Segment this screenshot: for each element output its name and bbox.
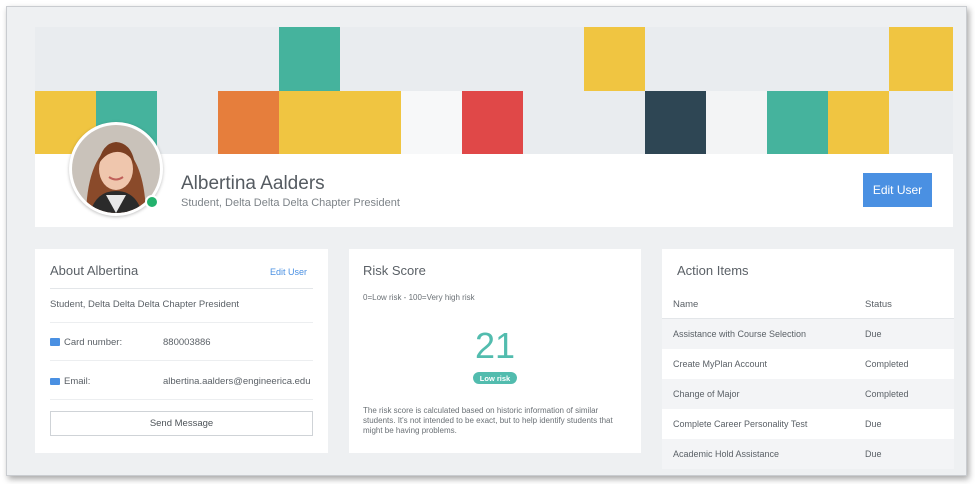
table-row[interactable]: Create MyPlan Account Completed	[662, 349, 954, 379]
risk-scale: 0=Low risk - 100=Very high risk	[363, 293, 475, 302]
send-message-button[interactable]: Send Message	[50, 411, 313, 436]
divider	[50, 399, 313, 400]
id-card-icon	[50, 338, 60, 346]
table-header: Name Status	[662, 291, 954, 319]
envelope-icon	[50, 378, 60, 385]
app-window: Albertina Aalders Student, Delta Delta D…	[6, 6, 967, 476]
profile-banner	[35, 27, 953, 154]
risk-description: The risk score is calculated based on hi…	[363, 406, 613, 435]
action-item-status: Due	[865, 449, 882, 459]
banner-tile	[279, 91, 401, 154]
risk-title: Risk Score	[363, 263, 426, 278]
about-panel: About Albertina Edit User Student, Delta…	[35, 249, 328, 453]
banner-tile	[462, 91, 523, 154]
divider	[50, 288, 313, 289]
risk-level-badge: Low risk	[473, 372, 517, 384]
action-items-table: Name Status Assistance with Course Selec…	[662, 291, 954, 469]
action-item-status: Completed	[865, 359, 909, 369]
banner-tile	[828, 91, 889, 154]
edit-user-button[interactable]: Edit User	[863, 173, 932, 207]
table-row[interactable]: Change of Major Completed	[662, 379, 954, 409]
banner-tile	[279, 27, 340, 91]
email-value: albertina.aalders@engineerica.edu	[163, 376, 311, 387]
action-item-name: Assistance with Course Selection	[673, 329, 807, 339]
about-subtitle: Student, Delta Delta Delta Chapter Presi…	[50, 299, 240, 310]
action-items-title: Action Items	[677, 263, 749, 278]
email-label: Email:	[64, 376, 91, 387]
action-items-panel: Action Items Name Status Assistance with…	[662, 249, 954, 469]
card-number-value: 880003886	[163, 337, 211, 348]
banner-tile	[218, 91, 279, 154]
action-item-name: Academic Hold Assistance	[673, 449, 780, 459]
table-row[interactable]: Academic Hold Assistance Due	[662, 439, 954, 469]
banner-tile	[401, 91, 462, 154]
profile-subtitle: Student, Delta Delta Delta Chapter Presi…	[181, 197, 400, 209]
column-header-name[interactable]: Name	[662, 299, 865, 310]
action-item-status: Completed	[865, 389, 909, 399]
online-status-dot	[145, 195, 159, 209]
profile-card: Albertina Aalders Student, Delta Delta D…	[35, 27, 953, 227]
avatar[interactable]	[69, 122, 163, 216]
risk-score-value: 21	[474, 325, 516, 366]
table-row[interactable]: Assistance with Course Selection Due	[662, 319, 954, 349]
divider	[50, 322, 313, 323]
banner-tile	[645, 91, 706, 154]
card-number-label: Card number:	[64, 337, 123, 348]
banner-tile	[584, 27, 645, 91]
banner-tile	[706, 91, 767, 154]
banner-tile	[767, 91, 828, 154]
table-row[interactable]: Complete Career Personality Test Due	[662, 409, 954, 439]
column-header-status[interactable]: Status	[865, 299, 954, 310]
profile-name: Albertina Aalders	[181, 173, 325, 194]
about-title: About Albertina	[50, 263, 139, 278]
action-item-status: Due	[865, 419, 882, 429]
action-item-status: Due	[865, 329, 882, 339]
risk-score-panel: Risk Score 0=Low risk - 100=Very high ri…	[349, 249, 641, 453]
action-item-name: Create MyPlan Account	[673, 359, 768, 369]
about-edit-user-link[interactable]: Edit User	[270, 267, 307, 277]
divider	[50, 360, 313, 361]
action-item-name: Change of Major	[673, 389, 740, 399]
banner-tile	[889, 27, 953, 91]
action-item-name: Complete Career Personality Test	[673, 419, 808, 429]
